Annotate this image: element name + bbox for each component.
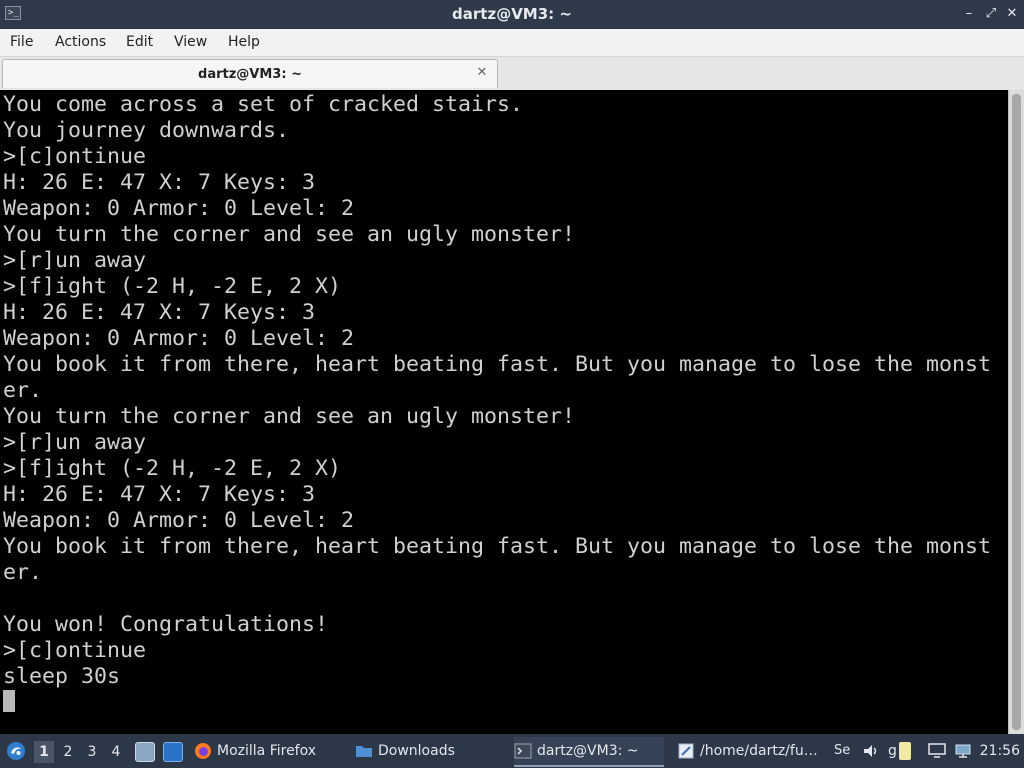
terminal-icon [514,743,532,759]
file-manager-launcher-icon[interactable] [135,742,155,762]
editor-icon [678,743,694,759]
maximize-button[interactable]: ⤢ [982,5,1000,23]
tab-title: dartz@VM3: ~ [198,67,302,82]
display-icon[interactable] [928,743,946,759]
folder-icon [356,746,372,757]
workspace-4[interactable]: 4 [106,741,126,763]
task-terminal[interactable]: dartz@VM3: ~ [514,737,664,767]
volume-icon[interactable] [862,742,880,760]
menu-edit[interactable]: Edit [125,29,154,56]
task-screenshot[interactable]: Se [834,737,862,765]
terminal-line: You book it from there, heart beating fa… [3,534,992,559]
terminal-line: You book it from there, heart beating fa… [3,352,992,377]
terminal-line: sleep 30s [3,664,121,689]
workspace-2[interactable]: 2 [58,741,78,763]
terminal-line: You turn the corner and see an ugly mons… [3,404,576,429]
terminal-line: H: 26 E: 47 X: 7 Keys: 3 [3,170,316,195]
terminal-line: >[c]ontinue [3,638,147,663]
taskbar: 1 2 3 4 Mozilla Firefox Downloads dartz@… [0,734,1024,768]
task-label: /home/dartz/fu… [700,743,818,759]
terminal-line: Weapon: 0 Armor: 0 Level: 2 [3,326,355,351]
menubar: File Actions Edit View Help [0,29,1024,57]
screenshot-icon: Se [834,743,851,758]
start-menu-icon[interactable] [6,741,26,761]
close-button[interactable]: ✕ [1003,5,1021,23]
clipboard-icon[interactable] [899,742,911,760]
show-desktop-icon[interactable] [163,742,183,762]
terminal-line: er. [3,560,43,585]
terminal-line: H: 26 E: 47 X: 7 Keys: 3 [3,300,316,325]
task-firefox[interactable]: Mozilla Firefox [194,737,334,765]
terminal-output[interactable]: You come across a set of cracked stairs.… [0,90,1008,734]
menu-help[interactable]: Help [227,29,261,56]
task-label: dartz@VM3: ~ [537,743,639,759]
terminal-line: H: 26 E: 47 X: 7 Keys: 3 [3,482,316,507]
terminal-line: >[f]ight (-2 H, -2 E, 2 X) [3,456,342,481]
tab-terminal[interactable]: dartz@VM3: ~ ✕ [2,59,498,88]
terminal-line: Weapon: 0 Armor: 0 Level: 2 [3,196,355,221]
terminal-lines: You come across a set of cracked stairs.… [3,92,991,690]
minimize-button[interactable]: – [960,5,978,23]
task-label: Downloads [378,743,455,759]
menu-actions[interactable]: Actions [54,29,107,56]
window-title: dartz@VM3: ~ [452,5,572,23]
tab-close-icon[interactable]: ✕ [475,66,489,80]
terminal-line: You won! Congratulations! [3,612,329,637]
vertical-scrollbar[interactable] [1008,90,1024,734]
terminal-cursor [3,690,15,712]
window-titlebar[interactable]: >_ dartz@VM3: ~ – ⤢ ✕ [0,0,1024,29]
terminal-line: You come across a set of cracked stairs. [3,92,524,117]
firefox-icon [195,743,211,759]
workspace-3[interactable]: 3 [82,741,102,763]
task-downloads[interactable]: Downloads [355,737,495,765]
terminal-line: er. [3,378,43,403]
terminal-line: >[f]ight (-2 H, -2 E, 2 X) [3,274,342,299]
tab-bar: dartz@VM3: ~ ✕ [0,57,1024,90]
terminal-line: >[r]un away [3,248,147,273]
workspace-1[interactable]: 1 [34,741,54,763]
terminal-line: >[c]ontinue [3,144,147,169]
app-icon: g [888,743,897,759]
terminal-line: Weapon: 0 Armor: 0 Level: 2 [3,508,355,533]
menu-file[interactable]: File [9,29,34,56]
scrollbar-thumb[interactable] [1012,94,1021,730]
terminal-line: You journey downwards. [3,118,290,143]
menu-view[interactable]: View [173,29,208,56]
terminal-line: You turn the corner and see an ugly mons… [3,222,576,247]
network-icon[interactable] [954,742,972,760]
clock[interactable]: 21:56 [980,734,1020,768]
task-label: Mozilla Firefox [217,743,317,759]
terminal-line: >[r]un away [3,430,147,455]
task-editor[interactable]: /home/dartz/fu… [677,737,827,765]
